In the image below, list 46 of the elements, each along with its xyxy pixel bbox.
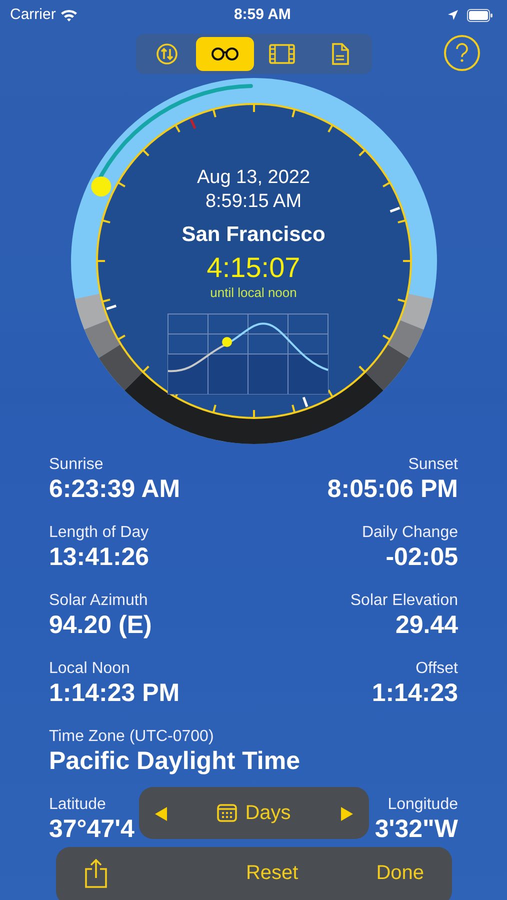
field-value: 6:23:39 AM bbox=[49, 474, 180, 504]
city-name: San Francisco bbox=[182, 222, 326, 248]
field-value: -02:05 bbox=[384, 542, 458, 572]
field-value: 8:05:06 PM bbox=[327, 474, 458, 504]
field-label: Local Noon bbox=[49, 660, 131, 678]
location-arrow-icon bbox=[447, 9, 459, 21]
field-label: Time Zone (UTC-0700) bbox=[49, 728, 215, 746]
field-value: 1:14:23 bbox=[372, 678, 458, 708]
field-label: Length of Day bbox=[49, 524, 150, 542]
clock-time: 8:59 AM bbox=[234, 4, 291, 25]
field-label: Sunrise bbox=[49, 456, 104, 474]
field-label: Solar Azimuth bbox=[49, 592, 149, 610]
help-button[interactable] bbox=[444, 35, 480, 71]
field-value: 37°47'4 bbox=[49, 814, 134, 844]
reset-button[interactable]: Reset bbox=[240, 856, 304, 890]
swap-arrows-icon bbox=[156, 43, 178, 65]
time-label: 8:59:15 AM bbox=[205, 190, 302, 214]
field-value: Pacific Daylight Time bbox=[49, 746, 300, 776]
film-strip-icon bbox=[269, 44, 296, 64]
field-value: 94.20 (E) bbox=[49, 610, 152, 640]
sun-marker bbox=[90, 176, 111, 196]
field-label: Latitude bbox=[49, 796, 107, 814]
field-value: 13:41:26 bbox=[49, 542, 150, 572]
right-triangle-icon bbox=[340, 806, 353, 821]
left-triangle-icon bbox=[155, 806, 167, 821]
field-value: 1:14:23 PM bbox=[49, 678, 180, 708]
field-value: 3'32"W bbox=[374, 814, 458, 844]
field-label: Solar Elevation bbox=[350, 592, 458, 610]
battery-icon bbox=[467, 8, 493, 22]
wifi-icon bbox=[60, 8, 78, 22]
document-icon bbox=[330, 43, 349, 65]
done-button[interactable]: Done bbox=[370, 856, 430, 890]
countdown-caption: until local noon bbox=[210, 286, 297, 299]
toolbar-tab[interactable] bbox=[196, 37, 254, 71]
field-label: Sunset bbox=[407, 456, 458, 474]
field-value: 29.44 bbox=[394, 610, 458, 640]
countdown-timer: 4:15:07 bbox=[206, 253, 300, 284]
question-mark-icon bbox=[455, 43, 469, 63]
field-label: Offset bbox=[414, 660, 458, 678]
share-icon bbox=[84, 858, 108, 888]
calendar-icon bbox=[217, 804, 238, 822]
field-label: Longitude bbox=[386, 796, 458, 814]
carrier-label: Carrier bbox=[10, 4, 56, 25]
date-label: Aug 13, 2022 bbox=[196, 166, 310, 190]
field-label: Daily Change bbox=[362, 524, 458, 542]
glasses-icon bbox=[210, 47, 240, 61]
